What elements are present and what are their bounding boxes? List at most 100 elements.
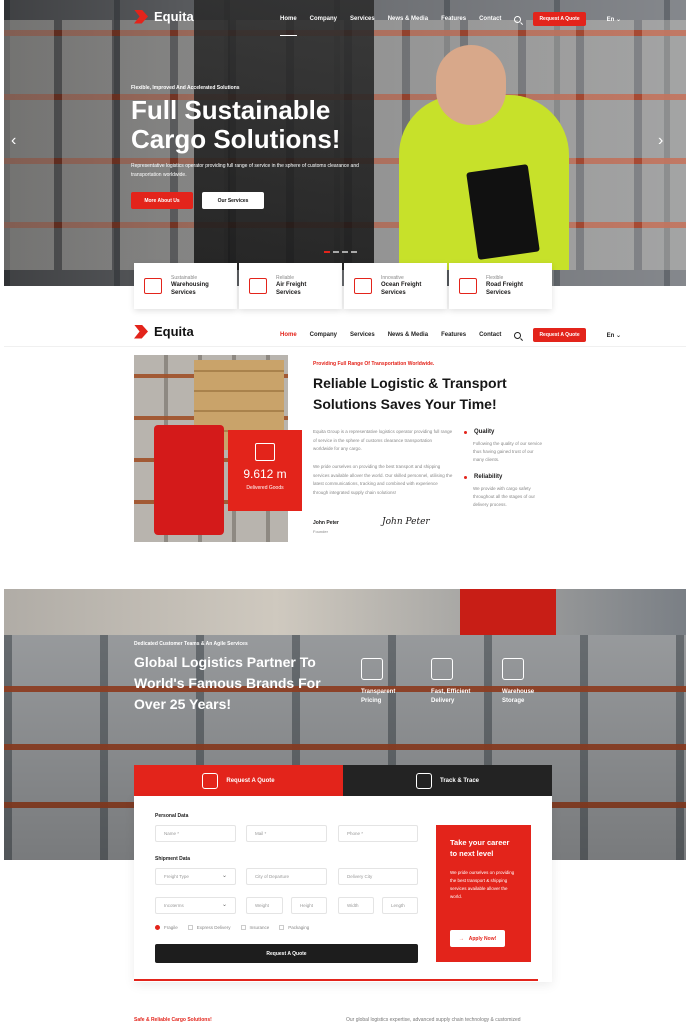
delivery-box-icon bbox=[431, 658, 453, 680]
feature-air-freight[interactable]: Reliable Air Freight Services bbox=[239, 263, 342, 309]
menu-item-services[interactable]: Services bbox=[350, 332, 375, 338]
signature: John Peter bbox=[382, 517, 430, 527]
weight-input[interactable]: Weight bbox=[246, 897, 283, 914]
about-paragraph: We pride ourselves on providing the best… bbox=[313, 464, 453, 495]
feature-warehousing[interactable]: Sustainable Warehousing Services bbox=[134, 263, 237, 309]
menu-item-home[interactable]: Home bbox=[280, 332, 297, 338]
slider-prev-arrow-icon[interactable]: ‹ bbox=[11, 132, 16, 150]
hero-eyebrow: Flexible, Improved And Accelerated Solut… bbox=[131, 85, 240, 91]
apply-now-button[interactable]: → Apply Now! bbox=[450, 930, 505, 947]
option-fragile[interactable]: Fragile bbox=[155, 925, 178, 930]
option-label: Express Delivery bbox=[196, 925, 231, 930]
menu-item-services[interactable]: Services bbox=[350, 16, 375, 22]
checkbox-icon bbox=[279, 925, 285, 930]
feature-title: Air Freight Services bbox=[276, 282, 307, 296]
service-label: Warehouse Storage bbox=[502, 689, 535, 704]
name-input[interactable]: Name * bbox=[155, 825, 236, 842]
menu-item-company[interactable]: Company bbox=[310, 16, 337, 22]
scale-icon bbox=[502, 658, 524, 680]
tab-track-trace[interactable]: Track & Trace bbox=[343, 765, 552, 796]
feature-road-freight[interactable]: Flexible Road Freight Services bbox=[449, 263, 552, 309]
menu-item-news[interactable]: News & Media bbox=[388, 332, 428, 338]
signer-role: Founder bbox=[313, 529, 328, 534]
quote-box-icon bbox=[202, 772, 219, 789]
search-icon[interactable] bbox=[514, 15, 522, 23]
request-quote-button[interactable]: Request A Quote bbox=[533, 12, 586, 26]
top-navbar: Equita Home Company Services News & Medi… bbox=[4, 0, 686, 36]
width-input[interactable]: Width bbox=[338, 897, 374, 914]
site-logo[interactable]: Equita bbox=[134, 9, 194, 24]
feature-cards: Sustainable Warehousing Services Reliabl… bbox=[134, 263, 552, 309]
menu-item-company[interactable]: Company bbox=[310, 332, 337, 338]
incoterms-select[interactable]: Incoterms bbox=[155, 897, 236, 914]
tab-label: Track & Trace bbox=[439, 777, 480, 784]
service-label: Fast, Efficient Delivery bbox=[431, 689, 471, 704]
about-eyebrow: Providing Full Range Of Transportation W… bbox=[313, 361, 435, 367]
career-text: We pride ourselves on providing the best… bbox=[450, 870, 515, 899]
menu-item-contact[interactable]: Contact bbox=[479, 332, 501, 338]
slider-dot[interactable] bbox=[324, 251, 330, 253]
radio-checked-icon bbox=[155, 925, 160, 930]
arrow-right-icon: → bbox=[458, 935, 464, 942]
reliability-title: Reliability bbox=[474, 474, 503, 480]
next-section-text: Our global logistics expertise, advanced… bbox=[346, 1017, 521, 1023]
search-icon[interactable] bbox=[514, 331, 522, 339]
reliability-text: We provide with cargo safety throughout … bbox=[473, 486, 536, 507]
menu-item-home[interactable]: Home bbox=[280, 16, 297, 36]
checkbox-icon bbox=[187, 925, 193, 930]
delivery-city-input[interactable]: Delivery City bbox=[338, 868, 418, 885]
phone-input[interactable]: Phone * bbox=[338, 825, 418, 842]
feature-ocean-freight[interactable]: Innovative Ocean Freight Services bbox=[344, 263, 447, 309]
shipment-options: Fragile Express Delivery Insurance Packa… bbox=[155, 925, 309, 930]
slider-next-arrow-icon[interactable]: › bbox=[658, 132, 663, 150]
sticky-navbar: Equita Home Company Services News & Medi… bbox=[4, 317, 686, 347]
feature-title: Ocean Freight Services bbox=[381, 282, 422, 296]
mail-input[interactable]: Mail * bbox=[246, 825, 327, 842]
our-services-button[interactable]: Our Services bbox=[202, 192, 264, 209]
quality-point: Quality Following the quality of our ser… bbox=[464, 429, 544, 464]
city-departure-input[interactable]: City of Departure bbox=[246, 868, 327, 885]
menu-item-features[interactable]: Features bbox=[441, 332, 466, 338]
quote-card-accent bbox=[134, 979, 538, 981]
logo-text: Equita bbox=[154, 324, 194, 339]
length-input[interactable]: Length bbox=[382, 897, 418, 914]
menu-item-features[interactable]: Features bbox=[441, 16, 466, 22]
language-selector[interactable]: En ⌄ bbox=[607, 332, 621, 339]
option-insurance[interactable]: Insurance bbox=[240, 925, 270, 930]
banner-top-image bbox=[4, 589, 686, 635]
slider-dot[interactable] bbox=[342, 251, 348, 253]
personal-data-label: Personal Data bbox=[155, 813, 189, 819]
logistics-eyebrow: Dedicated Customer Teams & An Agile Serv… bbox=[134, 641, 248, 647]
option-label: Packaging bbox=[288, 925, 310, 930]
slider-dot[interactable] bbox=[351, 251, 357, 253]
hero-description: Representative logistics operator provid… bbox=[131, 163, 359, 178]
tab-request-quote[interactable]: Request A Quote bbox=[134, 765, 343, 796]
service-transparent-pricing: Transparent Pricing bbox=[361, 658, 415, 706]
height-input[interactable]: Height bbox=[291, 897, 327, 914]
warehouse-icon bbox=[144, 278, 162, 294]
tab-label: Request A Quote bbox=[226, 777, 275, 784]
language-selector[interactable]: En ⌄ bbox=[607, 16, 621, 23]
menu-item-news[interactable]: News & Media bbox=[388, 16, 428, 22]
option-label: Fragile bbox=[164, 925, 178, 930]
checkbox-icon bbox=[240, 925, 246, 930]
quality-text: Following the quality of our service thu… bbox=[473, 441, 543, 462]
site-logo[interactable]: Equita bbox=[134, 324, 194, 339]
career-title: Take your career to next level bbox=[450, 838, 510, 858]
logo-mark-icon bbox=[134, 9, 148, 24]
freight-type-select[interactable]: Freight Type bbox=[155, 868, 236, 885]
submit-quote-button[interactable]: Request A Quote bbox=[155, 944, 418, 963]
menu-item-contact[interactable]: Contact bbox=[479, 16, 501, 22]
option-label: Insurance bbox=[249, 925, 270, 930]
track-location-icon bbox=[415, 772, 432, 789]
option-express-delivery[interactable]: Express Delivery bbox=[187, 925, 231, 930]
apply-label: Apply Now! bbox=[468, 935, 497, 942]
slider-dot[interactable] bbox=[333, 251, 339, 253]
hero-clipboard bbox=[466, 164, 540, 260]
request-quote-button[interactable]: Request A Quote bbox=[533, 328, 586, 342]
option-packaging[interactable]: Packaging bbox=[279, 925, 309, 930]
next-section-eyebrow: Safe & Reliable Cargo Solutions! bbox=[134, 1017, 212, 1023]
service-fast-delivery: Fast, Efficient Delivery bbox=[431, 658, 485, 706]
more-about-us-button[interactable]: More About Us bbox=[131, 192, 193, 209]
logo-text: Equita bbox=[154, 9, 194, 24]
